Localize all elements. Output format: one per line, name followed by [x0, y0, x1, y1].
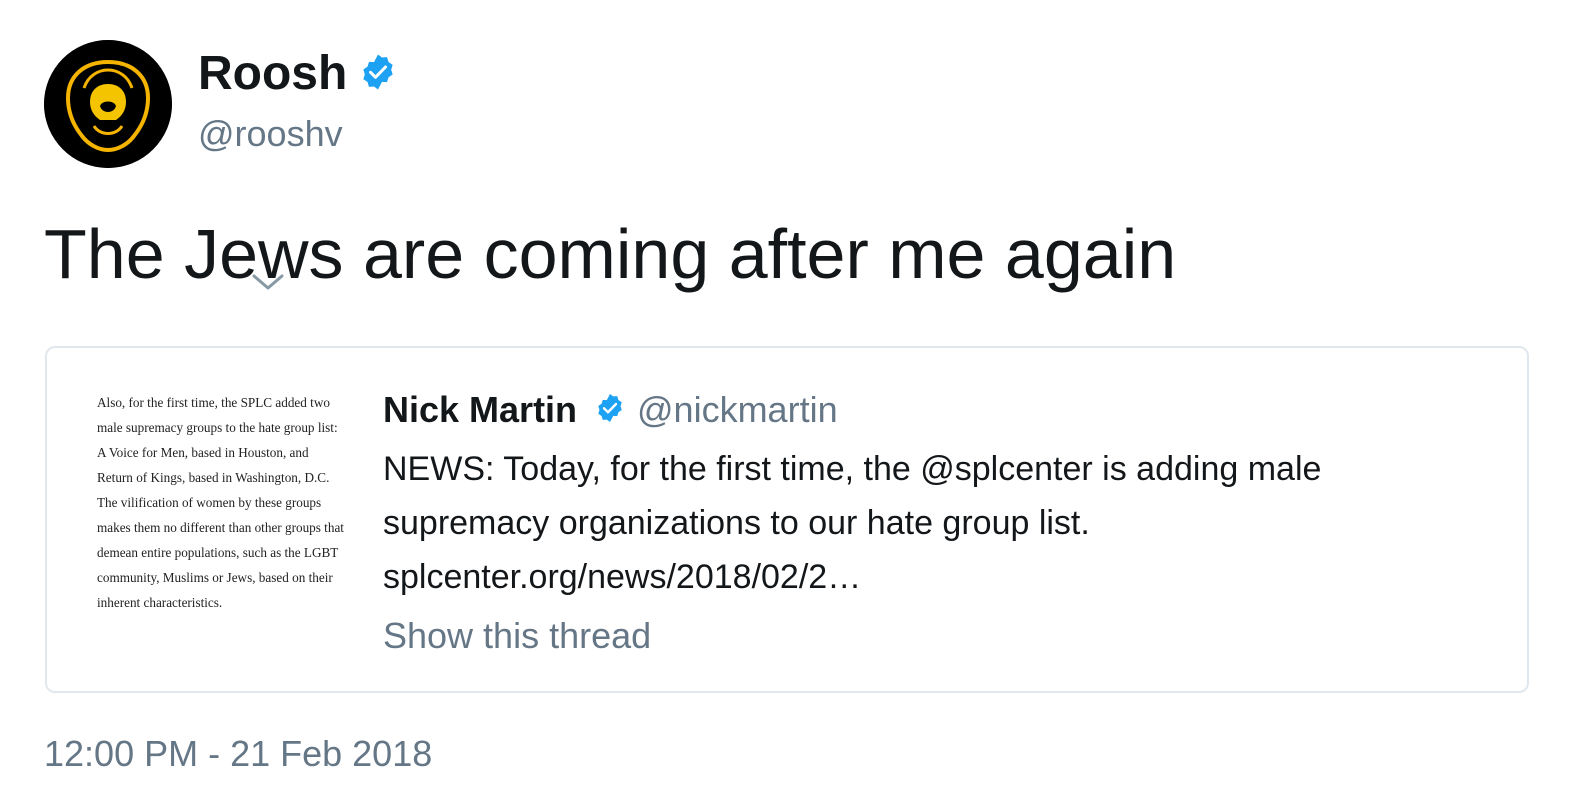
quoted-handle[interactable]: @nickmartin [637, 388, 838, 432]
tweet-text: The Jews are coming after me again [44, 215, 1177, 293]
tweet-timestamp[interactable]: 12:00 PM - 21 Feb 2018 [44, 732, 432, 776]
quoted-link[interactable]: splcenter.org/news/2018/02/2… [383, 550, 1483, 604]
quoted-text-line: supremacy organizations to our hate grou… [383, 504, 1090, 542]
chevron-down-icon[interactable] [250, 270, 286, 294]
quoted-tweet-card[interactable]: Also, for the first time, the SPLC added… [45, 346, 1529, 693]
author-handle[interactable]: @rooshv [198, 112, 343, 156]
verified-badge-icon [598, 394, 622, 422]
quoted-tweet-text: NEWS: Today, for the first time, the @sp… [383, 442, 1483, 604]
image-excerpt-text: Also, for the first time, the SPLC added… [97, 395, 344, 610]
bearded-face-avatar-icon [44, 40, 172, 168]
show-thread-link[interactable]: Show this thread [383, 614, 651, 658]
quoted-text-line: NEWS: Today, for the first time, the @sp… [383, 450, 1322, 488]
quoted-display-name[interactable]: Nick Martin [383, 388, 577, 432]
verified-badge-icon [363, 54, 393, 90]
quoted-tweet-image: Also, for the first time, the SPLC added… [97, 390, 347, 615]
author-avatar[interactable] [44, 40, 172, 168]
author-display-name[interactable]: Roosh [198, 44, 347, 104]
